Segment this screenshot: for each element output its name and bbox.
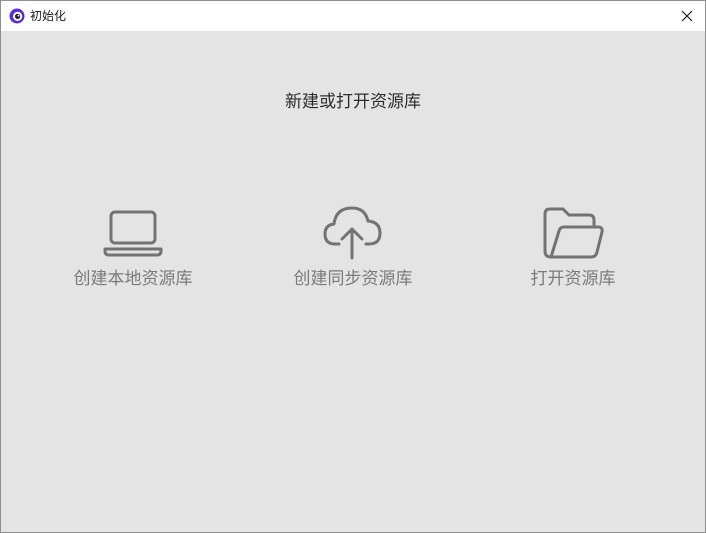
close-button[interactable]: [669, 1, 705, 31]
window-title: 初始化: [30, 9, 67, 23]
close-icon: [681, 10, 693, 22]
create-sync-library-button[interactable]: 创建同步资源库: [263, 201, 443, 301]
folder-open-icon: [543, 207, 604, 259]
open-library-label: 打开资源库: [530, 269, 616, 289]
create-sync-library-label: 创建同步资源库: [293, 269, 413, 289]
create-local-library-label: 创建本地资源库: [73, 269, 193, 289]
app-logo-icon: [9, 8, 25, 24]
open-library-button[interactable]: 打开资源库: [483, 201, 663, 301]
init-window: 初始化 新建或打开资源库 创建本地资源库 创建同步资源库 打开资源库: [0, 0, 706, 533]
cloud-upload-icon: [323, 206, 382, 260]
create-local-library-button[interactable]: 创建本地资源库: [43, 201, 223, 301]
laptop-icon: [103, 210, 163, 257]
page-heading: 新建或打开资源库: [285, 92, 421, 112]
title-bar[interactable]: 初始化: [1, 1, 705, 31]
